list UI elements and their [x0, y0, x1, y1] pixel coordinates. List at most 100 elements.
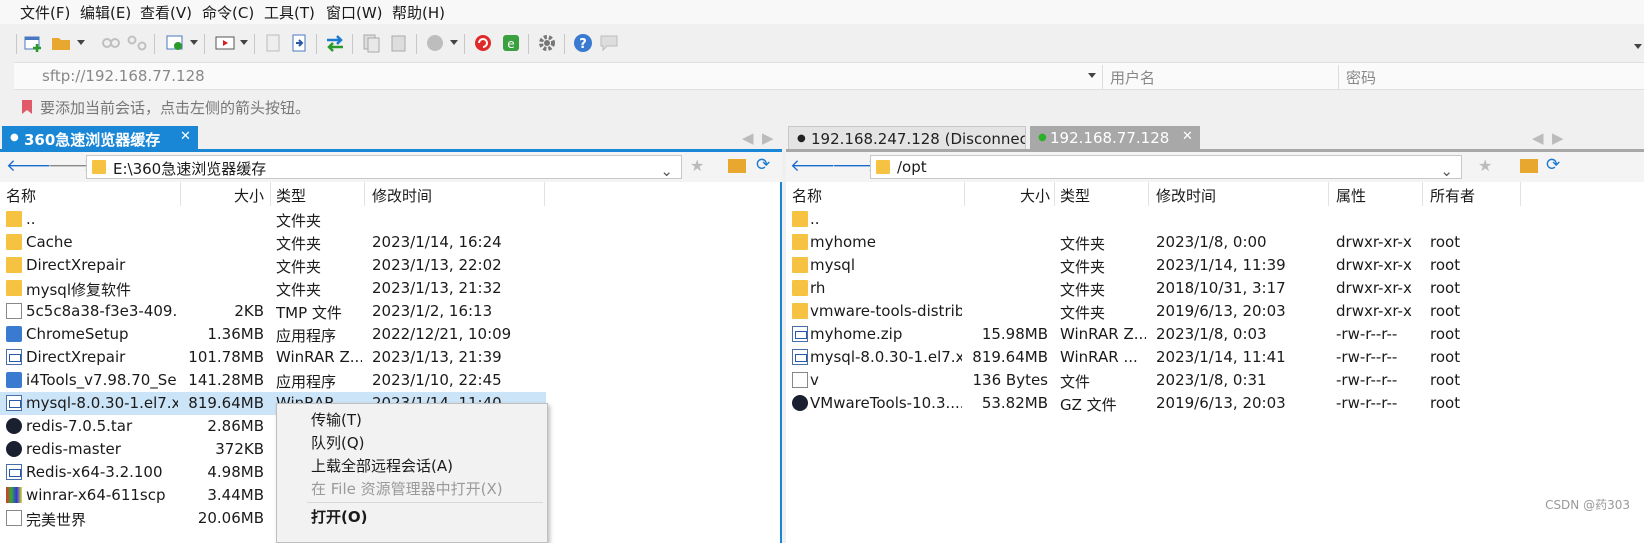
open-folder-icon[interactable]	[50, 32, 72, 54]
connect-icon[interactable]	[100, 32, 122, 54]
menu-item-open-in-explorer[interactable]: 在 File 资源管理器中打开(X)	[311, 478, 503, 499]
menu-command[interactable]: 命令(C)	[202, 2, 254, 23]
parent-folder-icon[interactable]	[728, 159, 746, 173]
file-size: 2.86MB	[207, 417, 264, 435]
remote-file-list: 名称 大小 类型 修改时间 属性 所有者 .. myhome 文件夹 2023/1/8…	[786, 182, 1644, 543]
table-row[interactable]: DirectXrepair 101.78MB WinRAR Z... 2023/1/1…	[0, 346, 780, 369]
menu-tools[interactable]: 工具(T)	[264, 2, 315, 23]
close-icon[interactable]: ✕	[180, 129, 191, 144]
file-permissions: -rw-r--r--	[1336, 394, 1398, 412]
file-name: i4Tools_v7.98.70_Se...	[26, 371, 178, 389]
menu-item-open[interactable]: 打开(O)	[311, 506, 367, 527]
refresh-icon[interactable]: ⟳	[1546, 155, 1560, 175]
table-row[interactable]: vmware-tools-distrib 文件夹 2019/6/13, 20:03 d…	[786, 300, 1644, 323]
tab-scroll-right-icon[interactable]: ▶	[1552, 129, 1564, 147]
watermark: CSDN @药303	[1545, 498, 1630, 512]
file-type: 文件夹	[1060, 281, 1106, 299]
table-row[interactable]: DirectXrepair 文件夹 2023/1/13, 22:02	[0, 254, 780, 277]
host-dropdown-icon[interactable]	[1088, 73, 1096, 78]
close-icon[interactable]: ✕	[1182, 129, 1193, 144]
table-row[interactable]: myhome.zip 15.98MB WinRAR Z... 2023/1/8, 0:…	[786, 323, 1644, 346]
queue-icon[interactable]	[424, 32, 446, 54]
table-row[interactable]: i4Tools_v7.98.70_Se... 141.28MB 应用程序 2023/1…	[0, 369, 780, 392]
file-size: 3.44MB	[207, 486, 264, 504]
table-row[interactable]: mysql-8.0.30-1.el7.x... 819.64MB WinRAR ..…	[786, 346, 1644, 369]
file-permissions: -rw-r--r--	[1336, 348, 1398, 366]
menu-help[interactable]: 帮助(H)	[392, 2, 445, 23]
svg-text:e: e	[507, 37, 514, 51]
menu-edit[interactable]: 编辑(E)	[80, 2, 131, 23]
column-size[interactable]: 大小	[970, 185, 1050, 206]
tab-scroll-left-icon[interactable]: ◀	[1532, 129, 1544, 147]
upload-icon[interactable]	[262, 32, 284, 54]
terminal-icon[interactable]	[214, 32, 236, 54]
menu-file[interactable]: 文件(F)	[20, 2, 70, 23]
menu-window[interactable]: 窗口(W)	[326, 2, 383, 23]
password-input[interactable]: 密码	[1346, 67, 1376, 88]
column-type[interactable]: 类型	[1060, 185, 1090, 206]
file-type: 文件夹	[1060, 304, 1106, 322]
column-type[interactable]: 类型	[276, 185, 306, 206]
paste-icon[interactable]	[388, 32, 410, 54]
column-owner[interactable]: 所有者	[1430, 185, 1475, 206]
file-name: VMwareTools-10.3....	[810, 394, 962, 412]
column-modified[interactable]: 修改时间	[372, 185, 432, 206]
table-row[interactable]: Cache 文件夹 2023/1/14, 16:24	[0, 231, 780, 254]
bookmark-flag-icon[interactable]	[20, 99, 34, 115]
transfer-icon[interactable]	[324, 32, 346, 54]
copy-icon[interactable]	[360, 32, 382, 54]
help-icon[interactable]: ?	[572, 32, 594, 54]
bookmark-star-icon[interactable]: ★	[690, 156, 704, 175]
table-row[interactable]: ChromeSetup 1.36MB 应用程序 2022/12/21, 10:09	[0, 323, 780, 346]
local-path-field[interactable]: E:\360急速浏览器缓存 ⌄	[86, 155, 682, 180]
table-row[interactable]: v 136 Bytes 文件 2023/1/8, 0:31 -rw-r--r-- root	[786, 369, 1644, 392]
bookmark-star-icon[interactable]: ★	[1478, 156, 1492, 175]
disconnect-icon[interactable]	[126, 32, 148, 54]
putty-icon[interactable]	[472, 32, 494, 54]
file-name: Redis-x64-3.2.100	[26, 463, 163, 481]
chevron-down-icon[interactable]: ⌄	[1440, 162, 1453, 180]
menu-item-upload-all-sessions[interactable]: 上载全部远程会话(A)	[311, 455, 453, 476]
username-input[interactable]: 用户名	[1110, 67, 1155, 88]
tab-scroll-left-icon[interactable]: ◀	[742, 129, 754, 147]
file-name: ..	[26, 210, 36, 228]
refresh-icon[interactable]: ⟳	[756, 155, 770, 175]
file-size: 819.64MB	[188, 394, 264, 412]
table-row[interactable]: rh 文件夹 2018/10/31, 3:17 drwxr-xr-x root	[786, 277, 1644, 300]
new-session-icon[interactable]	[22, 32, 44, 54]
hint-text: 要添加当前会话，点击左侧的箭头按钮。	[40, 99, 311, 117]
table-row[interactable]: ..	[786, 208, 1644, 231]
table-row[interactable]: VMwareTools-10.3.... 53.82MB GZ 文件 2019/6/1…	[786, 392, 1644, 415]
table-row[interactable]: myhome 文件夹 2023/1/8, 0:00 drwxr-xr-x root	[786, 231, 1644, 254]
table-row[interactable]: mysql修复软件 文件夹 2023/1/13, 21:32	[0, 277, 780, 300]
file-size: 53.82MB	[981, 394, 1048, 412]
column-modified[interactable]: 修改时间	[1156, 185, 1216, 206]
file-permissions: -rw-r--r--	[1336, 325, 1398, 343]
chat-icon[interactable]	[598, 32, 620, 54]
column-name[interactable]: 名称	[6, 185, 36, 206]
table-row[interactable]: mysql 文件夹 2023/1/14, 11:39 drwxr-xr-x root	[786, 254, 1644, 277]
back-arrow-icon[interactable]: 🡐	[790, 156, 836, 176]
file-name: DirectXrepair	[26, 256, 126, 274]
back-arrow-icon[interactable]: 🡐	[6, 156, 52, 176]
table-row[interactable]: .. 文件夹	[0, 208, 780, 231]
chevron-down-icon[interactable]: ⌄	[660, 162, 673, 180]
download-icon[interactable]	[288, 32, 310, 54]
settings-gear-icon[interactable]	[536, 32, 558, 54]
file-size: 2KB	[234, 302, 264, 320]
column-name[interactable]: 名称	[792, 185, 822, 206]
file-type: 文件夹	[276, 235, 322, 253]
synchronize-icon[interactable]	[164, 32, 186, 54]
remote-file-list-header: 名称 大小 类型 修改时间 属性 所有者	[786, 182, 1644, 206]
table-row[interactable]: 5c5c8a38-f3e3-409... 2KB TMP 文件 2023/1/2, 1…	[0, 300, 780, 323]
editor-icon[interactable]: e	[500, 32, 522, 54]
menu-item-queue[interactable]: 队列(Q)	[311, 432, 365, 453]
menu-view[interactable]: 查看(V)	[140, 2, 192, 23]
column-attributes[interactable]: 属性	[1336, 185, 1366, 206]
parent-folder-icon[interactable]	[1520, 159, 1538, 173]
host-input[interactable]: sftp://192.168.77.128	[42, 67, 205, 85]
tab-scroll-right-icon[interactable]: ▶	[762, 129, 774, 147]
menu-item-transfer[interactable]: 传输(T)	[311, 409, 362, 430]
column-size[interactable]: 大小	[186, 185, 264, 206]
remote-path-field[interactable]: /opt ⌄	[870, 155, 1462, 180]
